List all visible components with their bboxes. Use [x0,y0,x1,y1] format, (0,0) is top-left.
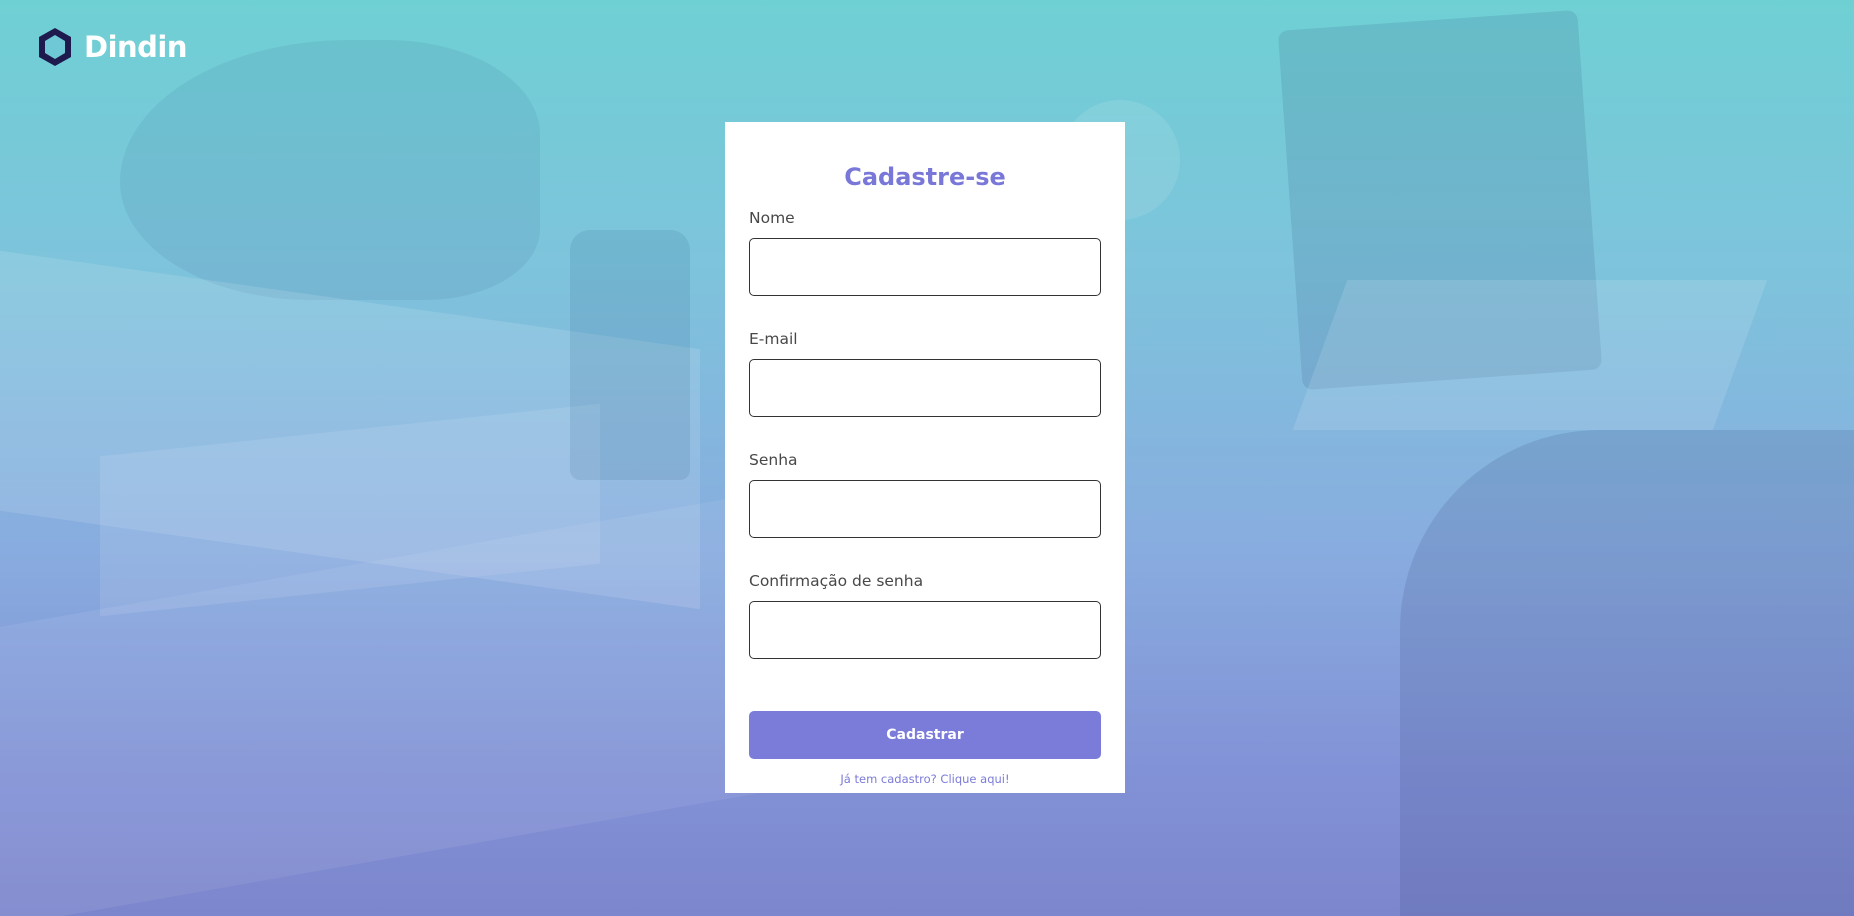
brand-name: Dindin [84,30,188,64]
signup-card: Cadastre-se Nome E-mail Senha Confirmaçã… [725,122,1125,793]
name-field: Nome [749,208,1101,296]
signup-button[interactable]: Cadastrar [749,711,1101,759]
page-title: Cadastre-se [844,163,1006,191]
email-label: E-mail [749,330,798,348]
name-label: Nome [749,209,795,227]
email-input[interactable] [749,359,1101,417]
name-input[interactable] [749,238,1101,296]
brand-logo[interactable]: Dindin [36,26,188,68]
hexagon-logo-icon [39,28,71,66]
password-confirmation-field: Confirmação de senha [749,571,1101,659]
password-field: Senha [749,450,1101,538]
login-link[interactable]: Já tem cadastro? Clique aqui! [749,772,1101,786]
password-input[interactable] [749,480,1101,538]
email-field: E-mail [749,329,1101,417]
password-confirmation-input[interactable] [749,601,1101,659]
password-label: Senha [749,451,798,469]
password-confirmation-label: Confirmação de senha [749,572,924,590]
